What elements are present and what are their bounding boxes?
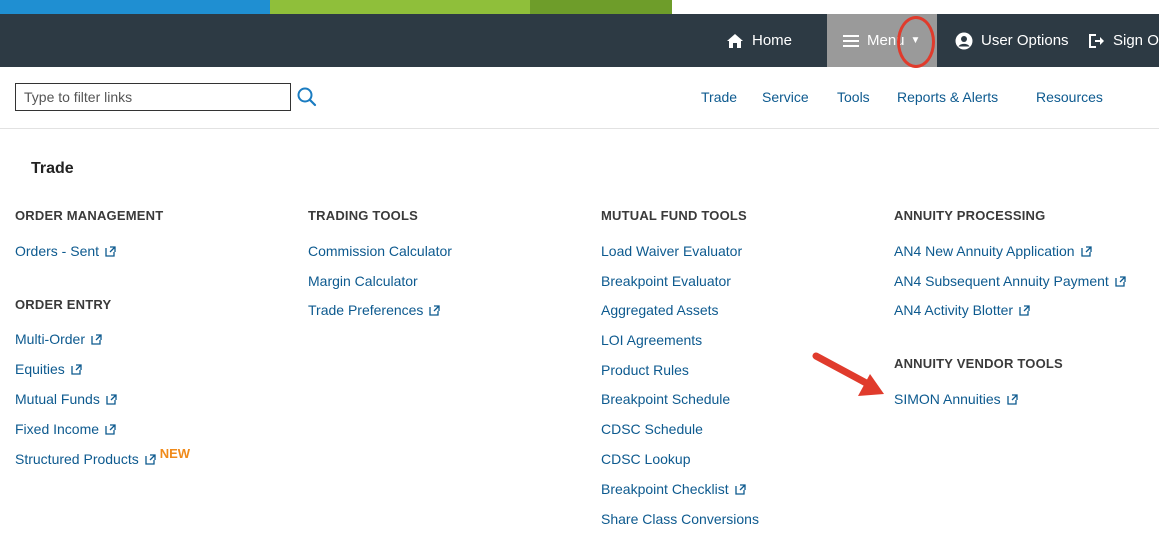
link-an4-subsequent-annuity-payment[interactable]: AN4 Subsequent Annuity Payment xyxy=(894,273,1126,289)
sign-out-label: Sign O xyxy=(1113,32,1159,49)
link-label: AN4 Subsequent Annuity Payment xyxy=(894,273,1109,289)
link-label: Breakpoint Schedule xyxy=(601,391,731,407)
brand-stripe-dark-green xyxy=(530,0,672,14)
group-heading-mutual-fund-tools: MUTUAL FUND TOOLS xyxy=(601,208,747,223)
link-fixed-income[interactable]: Fixed Income xyxy=(15,421,116,437)
link-an4-activity-blotter[interactable]: AN4 Activity Blotter xyxy=(894,302,1030,318)
sign-out-button[interactable]: Sign O xyxy=(1087,14,1159,67)
link-mutual-funds[interactable]: Mutual Funds xyxy=(15,391,117,407)
link-margin-calculator[interactable]: Margin Calculator xyxy=(308,273,418,289)
annotation-arrow-icon xyxy=(812,352,884,396)
external-link-icon xyxy=(1006,393,1018,405)
tab-tools[interactable]: Tools xyxy=(837,89,870,105)
link-aggregated-assets[interactable]: Aggregated Assets xyxy=(601,302,719,318)
tab-trade[interactable]: Trade xyxy=(701,89,737,105)
user-options-label: User Options xyxy=(981,32,1069,49)
link-an4-new-annuity-application[interactable]: AN4 New Annuity Application xyxy=(894,243,1092,259)
link-label: Trade Preferences xyxy=(308,302,424,318)
tab-service[interactable]: Service xyxy=(762,89,809,105)
external-link-icon xyxy=(71,363,82,375)
external-link-icon xyxy=(429,304,441,316)
link-share-class-conversions[interactable]: Share Class Conversions xyxy=(601,511,759,527)
tab-reports-alerts[interactable]: Reports & Alerts xyxy=(897,89,998,105)
link-simon-annuities[interactable]: SIMON Annuities xyxy=(894,391,1018,407)
link-cdsc-schedule[interactable]: CDSC Schedule xyxy=(601,421,703,437)
group-heading-annuity-vendor-tools: ANNUITY VENDOR TOOLS xyxy=(894,356,1063,371)
link-breakpoint-schedule[interactable]: Breakpoint Schedule xyxy=(601,391,730,407)
external-link-icon xyxy=(106,393,117,405)
annotation-circle xyxy=(897,16,935,68)
link-multi-order[interactable]: Multi-Order xyxy=(15,331,102,347)
external-link-icon xyxy=(105,423,116,435)
link-commission-calculator[interactable]: Commission Calculator xyxy=(308,243,452,259)
section-title: Trade xyxy=(31,160,74,177)
external-link-icon xyxy=(105,245,116,257)
link-equities[interactable]: Equities xyxy=(15,361,82,377)
external-link-icon xyxy=(1080,245,1092,257)
brand-stripe-blue xyxy=(0,0,270,14)
search-icon[interactable] xyxy=(296,86,318,108)
link-label: Structured Products xyxy=(15,451,139,467)
link-label: CDSC Lookup xyxy=(601,451,691,467)
home-icon xyxy=(727,33,743,48)
link-label: Equities xyxy=(15,361,65,377)
sign-out-icon xyxy=(1089,33,1104,48)
external-link-icon xyxy=(145,453,156,465)
link-label: Aggregated Assets xyxy=(601,302,719,318)
filter-bar: Trade Service Tools Reports & Alerts Res… xyxy=(0,67,1159,129)
link-label: Load Waiver Evaluator xyxy=(601,243,743,259)
user-options-button[interactable]: User Options xyxy=(955,14,1069,67)
link-label: Commission Calculator xyxy=(308,243,452,259)
link-breakpoint-checklist[interactable]: Breakpoint Checklist xyxy=(601,481,746,497)
link-label: Orders - Sent xyxy=(15,243,100,259)
link-label: CDSC Schedule xyxy=(601,421,703,437)
external-link-icon xyxy=(91,333,102,345)
link-label: LOI Agreements xyxy=(601,332,703,348)
group-heading-annuity-processing: ANNUITY PROCESSING xyxy=(894,208,1046,223)
link-label: AN4 Activity Blotter xyxy=(894,302,1014,318)
user-icon xyxy=(955,32,973,49)
link-label: SIMON Annuities xyxy=(894,391,1001,407)
link-label: Breakpoint Evaluator xyxy=(601,273,731,289)
link-orders-sent[interactable]: Orders - Sent xyxy=(15,243,116,259)
new-badge: NEW xyxy=(159,445,191,461)
brand-stripe-green xyxy=(270,0,530,14)
link-structured-products[interactable]: Structured Products NEW xyxy=(15,446,190,468)
filter-links-input[interactable] xyxy=(15,83,291,111)
link-loi-agreements[interactable]: LOI Agreements xyxy=(601,332,702,348)
link-label: Fixed Income xyxy=(15,421,100,437)
link-breakpoint-evaluator[interactable]: Breakpoint Evaluator xyxy=(601,273,731,289)
tab-resources[interactable]: Resources xyxy=(1036,89,1103,105)
external-link-icon xyxy=(734,483,746,495)
link-product-rules[interactable]: Product Rules xyxy=(601,362,689,378)
link-load-waiver-evaluator[interactable]: Load Waiver Evaluator xyxy=(601,243,742,259)
external-link-icon xyxy=(1115,275,1126,287)
home-button[interactable]: Home xyxy=(726,14,792,67)
brand-stripe-white xyxy=(672,0,1159,14)
link-label: Margin Calculator xyxy=(308,273,418,289)
link-label: Mutual Funds xyxy=(15,391,100,407)
home-label: Home xyxy=(752,32,793,49)
group-heading-order-entry: ORDER ENTRY xyxy=(15,297,112,312)
link-label: Share Class Conversions xyxy=(601,511,759,527)
link-label: Product Rules xyxy=(601,362,689,378)
hamburger-icon xyxy=(843,34,859,47)
group-heading-trading-tools: TRADING TOOLS xyxy=(308,208,418,223)
external-link-icon xyxy=(1019,304,1030,316)
top-nav-bar: Home Menu ▼ User Options Sign O xyxy=(0,14,1159,67)
link-label: Breakpoint Checklist xyxy=(601,481,729,497)
link-trade-preferences[interactable]: Trade Preferences xyxy=(308,302,441,318)
group-heading-order-management: ORDER MANAGEMENT xyxy=(15,208,164,223)
link-cdsc-lookup[interactable]: CDSC Lookup xyxy=(601,451,691,467)
link-label: AN4 New Annuity Application xyxy=(894,243,1075,259)
link-label: Multi-Order xyxy=(15,331,86,347)
